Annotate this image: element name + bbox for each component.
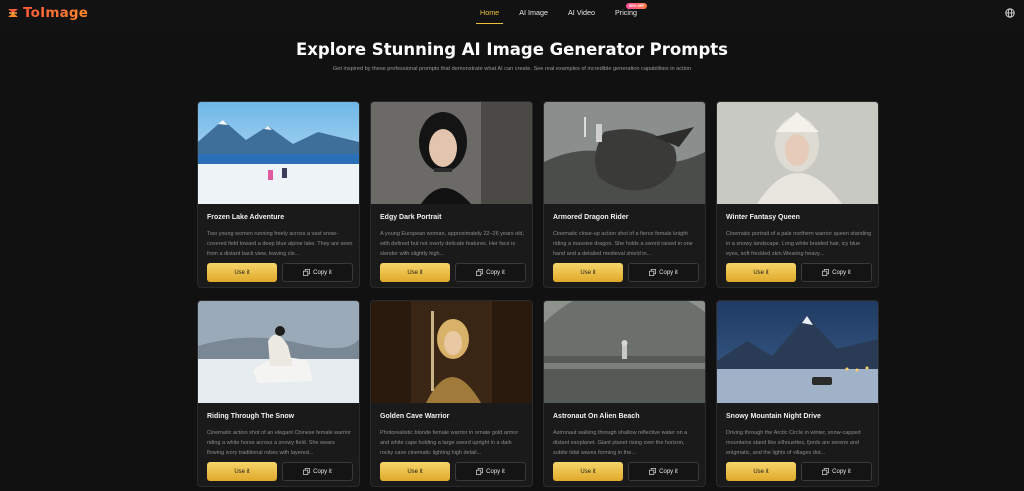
card-description: Cinematic action shot of an elegant Chin… bbox=[207, 430, 351, 456]
use-it-button[interactable]: Use it bbox=[726, 263, 796, 282]
globe-icon[interactable] bbox=[1005, 8, 1015, 18]
copy-it-label: Copy it bbox=[313, 468, 332, 475]
copy-it-button[interactable]: Copy it bbox=[801, 462, 872, 481]
use-it-button[interactable]: Use it bbox=[553, 263, 623, 282]
card-description: Cinematic portrait of a pale northern wa… bbox=[726, 231, 872, 257]
copy-icon bbox=[476, 468, 484, 475]
prompt-card: Edgy Dark Portrait A young European woma… bbox=[370, 101, 533, 288]
nav-ai-video[interactable]: AI Video bbox=[568, 0, 595, 26]
nav-pricing-label: Pricing bbox=[615, 8, 637, 17]
card-title: Frozen Lake Adventure bbox=[207, 214, 285, 221]
copy-it-label: Copy it bbox=[659, 468, 678, 475]
card-image-snow-rider bbox=[198, 301, 359, 403]
use-it-button[interactable]: Use it bbox=[380, 462, 450, 481]
copy-icon bbox=[822, 468, 830, 475]
prompt-card: Winter Fantasy Queen Cinematic portrait … bbox=[716, 101, 879, 288]
copy-it-label: Copy it bbox=[832, 269, 851, 276]
logo[interactable]: ToImage bbox=[6, 4, 88, 22]
copy-icon bbox=[303, 269, 311, 276]
prompt-card-grid: Frozen Lake Adventure Two young women ru… bbox=[197, 101, 880, 487]
use-it-button[interactable]: Use it bbox=[553, 462, 623, 481]
prompt-card: Frozen Lake Adventure Two young women ru… bbox=[197, 101, 360, 288]
copy-it-button[interactable]: Copy it bbox=[455, 263, 526, 282]
copy-it-label: Copy it bbox=[486, 269, 505, 276]
copy-it-button[interactable]: Copy it bbox=[455, 462, 526, 481]
nav-home[interactable]: Home bbox=[476, 0, 504, 26]
copy-icon bbox=[303, 468, 311, 475]
copy-it-label: Copy it bbox=[313, 269, 332, 276]
page-title: Explore Stunning AI Image Generator Prom… bbox=[296, 40, 728, 59]
card-image-astronaut-beach bbox=[544, 301, 705, 403]
card-description: Driving through the Arctic Circle in win… bbox=[726, 430, 861, 456]
prompt-card: Snowy Mountain Night Drive Driving throu… bbox=[716, 300, 879, 487]
card-image-frozen-lake bbox=[198, 102, 359, 204]
prompt-card: Riding Through The Snow Cinematic action… bbox=[197, 300, 360, 487]
card-description: A young European woman, approximately 22… bbox=[380, 231, 525, 257]
nav-home-label: Home bbox=[480, 8, 500, 17]
card-title: Golden Cave Warrior bbox=[380, 413, 450, 420]
copy-it-button[interactable]: Copy it bbox=[628, 462, 699, 481]
pricing-discount-badge: 50% OFF bbox=[626, 3, 648, 9]
copy-it-label: Copy it bbox=[832, 468, 851, 475]
card-description: Cinematic close-up action shot of a fier… bbox=[553, 231, 693, 257]
use-it-button[interactable]: Use it bbox=[207, 462, 277, 481]
card-description: Photorealistic blonde female warrior in … bbox=[380, 430, 519, 456]
prompt-card: Golden Cave Warrior Photorealistic blond… bbox=[370, 300, 533, 487]
prompt-card: Armored Dragon Rider Cinematic close-up … bbox=[543, 101, 706, 288]
copy-it-button[interactable]: Copy it bbox=[801, 263, 872, 282]
copy-icon bbox=[649, 468, 657, 475]
card-image-dragon-rider bbox=[544, 102, 705, 204]
card-title: Winter Fantasy Queen bbox=[726, 214, 800, 221]
nav-ai-image[interactable]: AI Image bbox=[519, 0, 548, 26]
nav-ai-video-label: AI Video bbox=[567, 8, 595, 17]
use-it-button[interactable]: Use it bbox=[726, 462, 796, 481]
card-title: Snowy Mountain Night Drive bbox=[726, 413, 821, 420]
copy-it-label: Copy it bbox=[486, 468, 505, 475]
card-image-dark-portrait bbox=[371, 102, 532, 204]
copy-icon bbox=[649, 269, 657, 276]
use-it-button[interactable]: Use it bbox=[380, 263, 450, 282]
card-description: Astronaut walking through shallow reflec… bbox=[553, 430, 688, 456]
card-image-winter-queen bbox=[717, 102, 878, 204]
copy-icon bbox=[476, 269, 484, 276]
nav-ai-image-label: AI Image bbox=[519, 8, 548, 17]
card-title: Edgy Dark Portrait bbox=[380, 214, 442, 221]
copy-it-label: Copy it bbox=[659, 269, 678, 276]
logo-mark-icon bbox=[8, 9, 18, 17]
card-title: Riding Through The Snow bbox=[207, 413, 295, 420]
nav-active-underline bbox=[476, 22, 504, 24]
copy-icon bbox=[822, 269, 830, 276]
card-image-night-drive bbox=[717, 301, 878, 403]
card-image-cave-warrior bbox=[371, 301, 532, 403]
card-title: Armored Dragon Rider bbox=[553, 214, 629, 221]
card-description: Two young women running freely across a … bbox=[207, 231, 353, 257]
card-title: Astronaut On Alien Beach bbox=[553, 413, 640, 420]
prompt-card: Astronaut On Alien Beach Astronaut walki… bbox=[543, 300, 706, 487]
page-subtitle: Get inspired by these professional promp… bbox=[332, 66, 692, 72]
copy-it-button[interactable]: Copy it bbox=[628, 263, 699, 282]
top-navigation-bar: ToImage Home AI Image AI Video Pricing 5… bbox=[0, 0, 1024, 26]
copy-it-button[interactable]: Copy it bbox=[282, 263, 353, 282]
copy-it-button[interactable]: Copy it bbox=[282, 462, 353, 481]
use-it-button[interactable]: Use it bbox=[207, 263, 277, 282]
logo-text: ToImage bbox=[23, 5, 89, 21]
main-nav: Home AI Image AI Video Pricing bbox=[472, 0, 637, 26]
